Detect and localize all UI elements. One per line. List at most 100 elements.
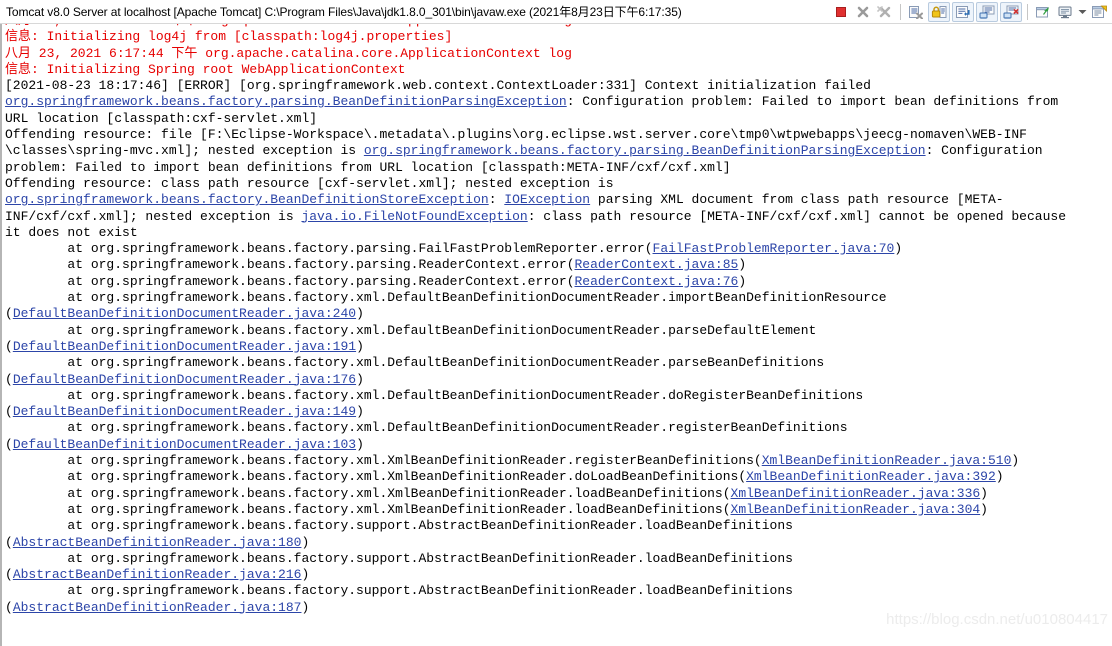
console-text: (: [5, 436, 13, 452]
remove-x-icon: [857, 6, 869, 18]
stacktrace-link[interactable]: ReaderContext.java:76: [575, 274, 739, 289]
console-text: at org.springframework.beans.factory.par…: [5, 257, 575, 273]
stacktrace-link[interactable]: XmlBeanDefinitionReader.java:510: [762, 453, 1012, 468]
stacktrace-link[interactable]: DefaultBeanDefinitionDocumentReader.java…: [13, 437, 356, 452]
stacktrace-link[interactable]: DefaultBeanDefinitionDocumentReader.java…: [13, 339, 356, 354]
stacktrace-link[interactable]: DefaultBeanDefinitionDocumentReader.java…: [13, 306, 356, 321]
console-text: ): [980, 485, 988, 501]
console-text: URL location [classpath:cxf-servlet.xml]: [5, 110, 318, 126]
stacktrace-link[interactable]: ReaderContext.java:85: [575, 257, 739, 272]
console-text: (: [5, 567, 13, 583]
console-text: 八月 23, 2021 6:17:44 下午 org.apache.catali…: [5, 24, 572, 28]
console-text: 八月 23, 2021 6:17:44 下午 org.apache.catali…: [5, 45, 572, 61]
stacktrace-link[interactable]: IOException: [504, 192, 590, 207]
stacktrace-link[interactable]: AbstractBeanDefinitionReader.java:187: [13, 600, 302, 615]
console-text: :: [488, 192, 505, 208]
console-text: at org.springframework.beans.factory.xml…: [5, 322, 817, 338]
console-text: at org.springframework.beans.factory.xml…: [5, 387, 864, 403]
console-text: [2021-08-23 18:17:46] [ERROR] [org.sprin…: [5, 78, 871, 94]
console-text: at org.springframework.beans.factory.par…: [5, 241, 653, 257]
console-line: 信息: Initializing Spring root WebApplicat…: [5, 62, 1112, 78]
show-on-stdout-icon: [979, 5, 995, 19]
show-console-on-output-button[interactable]: [976, 2, 998, 22]
show-on-stderr-icon: [1003, 5, 1019, 19]
new-console-view-icon: [1092, 5, 1107, 18]
terminate-button[interactable]: [830, 2, 852, 22]
console-text: at org.springframework.beans.factory.xml…: [5, 501, 731, 517]
console-text: : Configuration problem: Failed to impor…: [566, 94, 1059, 110]
console-text: (: [5, 534, 13, 550]
console-line: (DefaultBeanDefinitionDocumentReader.jav…: [5, 372, 1112, 388]
console-text: Offending resource: file [F:\Eclipse-Wor…: [5, 127, 1027, 143]
stacktrace-link[interactable]: org.springframework.beans.factory.BeanDe…: [5, 192, 489, 207]
console-line: (DefaultBeanDefinitionDocumentReader.jav…: [5, 306, 1112, 322]
open-console-menu-button[interactable]: [1076, 2, 1088, 22]
console-line: Offending resource: file [F:\Eclipse-Wor…: [5, 127, 1112, 143]
console-line: at org.springframework.beans.factory.sup…: [5, 583, 1112, 599]
stop-square-icon: [836, 7, 846, 17]
console-line: at org.springframework.beans.factory.xml…: [5, 469, 1112, 485]
console-text: (: [5, 338, 13, 354]
pin-console-button[interactable]: [1032, 2, 1054, 22]
stacktrace-link[interactable]: XmlBeanDefinitionReader.java:392: [746, 469, 996, 484]
console-text: INF/cxf/cxf.xml]; nested exception is: [5, 208, 302, 224]
console-line: org.springframework.beans.factory.BeanDe…: [5, 192, 1112, 208]
console-text: 信息: Initializing log4j from [classpath:l…: [5, 29, 453, 45]
console-text: at org.springframework.beans.factory.xml…: [5, 485, 731, 501]
toolbar-separator-2: [1027, 4, 1028, 20]
console-titlebar: Tomcat v8.0 Server at localhost [Apache …: [0, 0, 1112, 24]
console-text: ): [738, 273, 747, 289]
show-console-on-error-button[interactable]: [1000, 2, 1022, 22]
stacktrace-link[interactable]: DefaultBeanDefinitionDocumentReader.java…: [13, 404, 356, 419]
stacktrace-link[interactable]: AbstractBeanDefinitionReader.java:216: [13, 567, 302, 582]
console-text: ): [356, 338, 364, 354]
console-text: : Configuration: [925, 143, 1043, 159]
stacktrace-link[interactable]: DefaultBeanDefinitionDocumentReader.java…: [13, 372, 356, 387]
stacktrace-link[interactable]: org.springframework.beans.factory.parsin…: [5, 94, 567, 109]
console-line: 八月 23, 2021 6:17:44 下午 org.apache.catali…: [5, 46, 1112, 62]
console-line: INF/cxf/cxf.xml]; nested exception is ja…: [5, 209, 1112, 225]
stacktrace-link[interactable]: AbstractBeanDefinitionReader.java:180: [13, 535, 302, 550]
console-text: ): [301, 599, 310, 615]
remove-all-terminated-button[interactable]: [874, 2, 896, 22]
console-text: ): [995, 469, 1004, 485]
scroll-lock-icon: [931, 6, 947, 18]
console-text: (: [5, 371, 13, 387]
console-text: : class path resource [META-INF/cxf/cxf.…: [527, 208, 1066, 224]
console-text: at org.springframework.beans.factory.sup…: [5, 583, 793, 599]
console-line: at org.springframework.beans.factory.xml…: [5, 502, 1112, 518]
console-line: (DefaultBeanDefinitionDocumentReader.jav…: [5, 437, 1112, 453]
console-text: (: [5, 404, 13, 420]
console-text: at org.springframework.beans.factory.xml…: [5, 453, 762, 469]
stacktrace-link[interactable]: java.io.FileNotFoundException: [301, 209, 527, 224]
console-line: at org.springframework.beans.factory.xml…: [5, 355, 1112, 371]
console-text: ): [738, 257, 747, 273]
stacktrace-link[interactable]: XmlBeanDefinitionReader.java:304: [731, 502, 981, 517]
console-line: org.springframework.beans.factory.parsin…: [5, 94, 1112, 110]
console-title: Tomcat v8.0 Server at localhost [Apache …: [6, 4, 682, 19]
console-line: at org.springframework.beans.factory.par…: [5, 257, 1112, 273]
toolbar-separator: [900, 4, 901, 20]
console-text: ): [356, 436, 364, 452]
console-text: at org.springframework.beans.factory.par…: [5, 273, 575, 289]
new-console-view-button[interactable]: [1088, 2, 1110, 22]
console-line: at org.springframework.beans.factory.sup…: [5, 551, 1112, 567]
word-wrap-button[interactable]: [952, 2, 974, 22]
scroll-lock-button[interactable]: [928, 2, 950, 22]
console-line: at org.springframework.beans.factory.xml…: [5, 290, 1112, 306]
console-line: (AbstractBeanDefinitionReader.java:187): [5, 600, 1112, 616]
display-selected-console-button[interactable]: [1054, 2, 1076, 22]
stacktrace-link[interactable]: org.springframework.beans.factory.parsin…: [364, 143, 926, 158]
clear-console-button[interactable]: [905, 2, 927, 22]
stacktrace-link[interactable]: FailFastProblemReporter.java:70: [653, 241, 895, 256]
console-text: (: [5, 306, 13, 322]
console-text: at org.springframework.beans.factory.xml…: [5, 290, 887, 306]
console-output-area[interactable]: 八月 23, 2021 6:17:44 下午 org.apache.catali…: [0, 24, 1112, 646]
remove-launch-button[interactable]: [852, 2, 874, 22]
console-text: ): [1011, 453, 1020, 469]
console-text: at org.springframework.beans.factory.sup…: [5, 550, 793, 566]
console-line: [2021-08-23 18:17:46] [ERROR] [org.sprin…: [5, 78, 1112, 94]
stacktrace-link[interactable]: XmlBeanDefinitionReader.java:336: [731, 486, 981, 501]
console-view: Tomcat v8.0 Server at localhost [Apache …: [0, 0, 1112, 646]
chevron-down-icon: [1078, 10, 1086, 14]
